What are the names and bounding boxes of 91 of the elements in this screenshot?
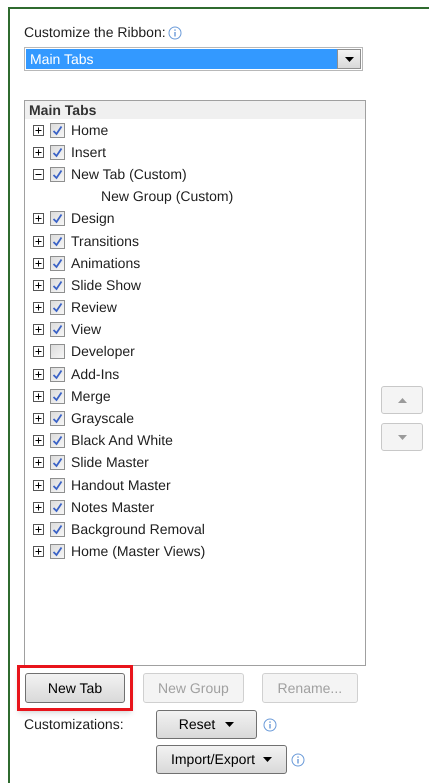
tree-item-label[interactable]: Notes Master [71, 496, 154, 518]
check-icon [52, 480, 63, 491]
expand-icon[interactable] [33, 390, 44, 402]
tree-item-label[interactable]: Add-Ins [71, 364, 120, 385]
checkbox[interactable] [50, 500, 65, 515]
expand-icon[interactable] [33, 213, 44, 224]
tree-item-label[interactable]: Design [71, 208, 115, 230]
tree-item-label[interactable]: Review [71, 297, 117, 318]
expand-icon[interactable] [33, 124, 44, 136]
check-icon [52, 324, 63, 336]
tree-item-label[interactable]: Insert [71, 142, 106, 163]
tree-item-label[interactable]: Home (Master Views) [71, 541, 206, 562]
check-icon [52, 236, 63, 247]
checkbox[interactable] [50, 544, 65, 560]
check-icon [52, 457, 63, 468]
action-button[interactable]: New Tab [25, 673, 125, 703]
tree-item-label[interactable]: Home [71, 120, 108, 141]
check-icon [52, 390, 63, 402]
checkbox[interactable] [50, 411, 65, 426]
check-icon [52, 124, 63, 136]
check-icon [52, 368, 63, 380]
checkbox[interactable] [50, 388, 65, 404]
ribbon-label: Customize the Ribbon: [24, 23, 166, 42]
check-icon [52, 168, 63, 180]
info-icon [168, 26, 182, 40]
checkbox[interactable] [50, 522, 65, 537]
info-icon [291, 752, 305, 766]
caret-icon [225, 722, 234, 727]
expand-icon[interactable] [33, 302, 44, 314]
expand-icon[interactable] [33, 146, 44, 158]
check-icon [52, 524, 63, 535]
checkbox[interactable] [50, 211, 65, 226]
tree-item-label[interactable]: New Tab (Custom) [71, 164, 187, 185]
tree-item-label[interactable]: Animations [71, 252, 140, 274]
checkbox[interactable] [50, 344, 65, 360]
tree-item-label[interactable]: Handout Master [71, 474, 171, 496]
expand-icon[interactable] [33, 546, 44, 558]
expand-icon[interactable] [33, 346, 44, 358]
expand-icon[interactable] [33, 413, 44, 424]
tree-item-label[interactable]: View [71, 319, 102, 340]
down-arrow-icon [398, 434, 406, 440]
checkbox[interactable] [50, 433, 65, 448]
expand-icon[interactable] [33, 502, 44, 513]
checkbox[interactable] [50, 322, 65, 338]
caret-icon [263, 757, 272, 762]
checkbox[interactable] [50, 166, 65, 182]
check-icon [52, 280, 63, 291]
expand-icon[interactable] [33, 457, 44, 468]
checkbox[interactable] [50, 278, 65, 293]
tree-item-label[interactable]: Background Removal [71, 518, 205, 540]
expand-icon[interactable] [33, 368, 44, 380]
expand-icon[interactable] [33, 324, 44, 336]
up-arrow-icon [398, 398, 406, 402]
expand-icon[interactable] [33, 480, 44, 491]
check-icon [52, 413, 63, 424]
tree-item-label[interactable]: New Group (Custom) [101, 186, 234, 208]
tree-item-label[interactable]: Transitions [71, 230, 139, 252]
checkbox[interactable] [50, 234, 65, 249]
customizations-label: Customizations: [24, 715, 125, 734]
check-icon [52, 302, 63, 314]
expand-icon[interactable] [33, 524, 44, 535]
checkbox[interactable] [50, 366, 65, 382]
reset-button[interactable]: Reset [156, 710, 257, 739]
tree-item-label[interactable]: Merge [71, 386, 111, 407]
tree-item-label[interactable]: Slide Master [71, 452, 149, 474]
tree-item-label[interactable]: Developer [71, 341, 135, 362]
expand-icon[interactable] [33, 280, 44, 291]
dropdown-button[interactable] [337, 49, 361, 69]
checkbox[interactable] [50, 478, 65, 493]
check-icon [52, 258, 63, 269]
checkbox[interactable] [50, 144, 65, 160]
check-icon [52, 502, 63, 513]
check-icon [52, 146, 63, 158]
tree-item-label[interactable]: Grayscale [71, 408, 134, 430]
expand-icon[interactable] [33, 435, 44, 446]
expand-icon[interactable] [33, 236, 44, 247]
info-icon [263, 718, 277, 732]
checkbox[interactable] [50, 256, 65, 271]
expand-icon[interactable] [33, 258, 44, 269]
checkbox[interactable] [50, 300, 65, 316]
tree-item-label[interactable]: Black And White [71, 430, 173, 452]
checkbox[interactable] [50, 455, 65, 470]
collapse-icon[interactable] [33, 168, 44, 180]
check-icon [52, 546, 63, 558]
import-export-button[interactable]: Import/Export [156, 745, 287, 774]
caret-icon [344, 56, 354, 62]
check-icon [52, 213, 63, 224]
tree-header: Main Tabs [25, 101, 365, 119]
tree-item-label[interactable]: Slide Show [71, 274, 142, 296]
check-icon [52, 435, 63, 446]
checkbox[interactable] [50, 122, 65, 138]
